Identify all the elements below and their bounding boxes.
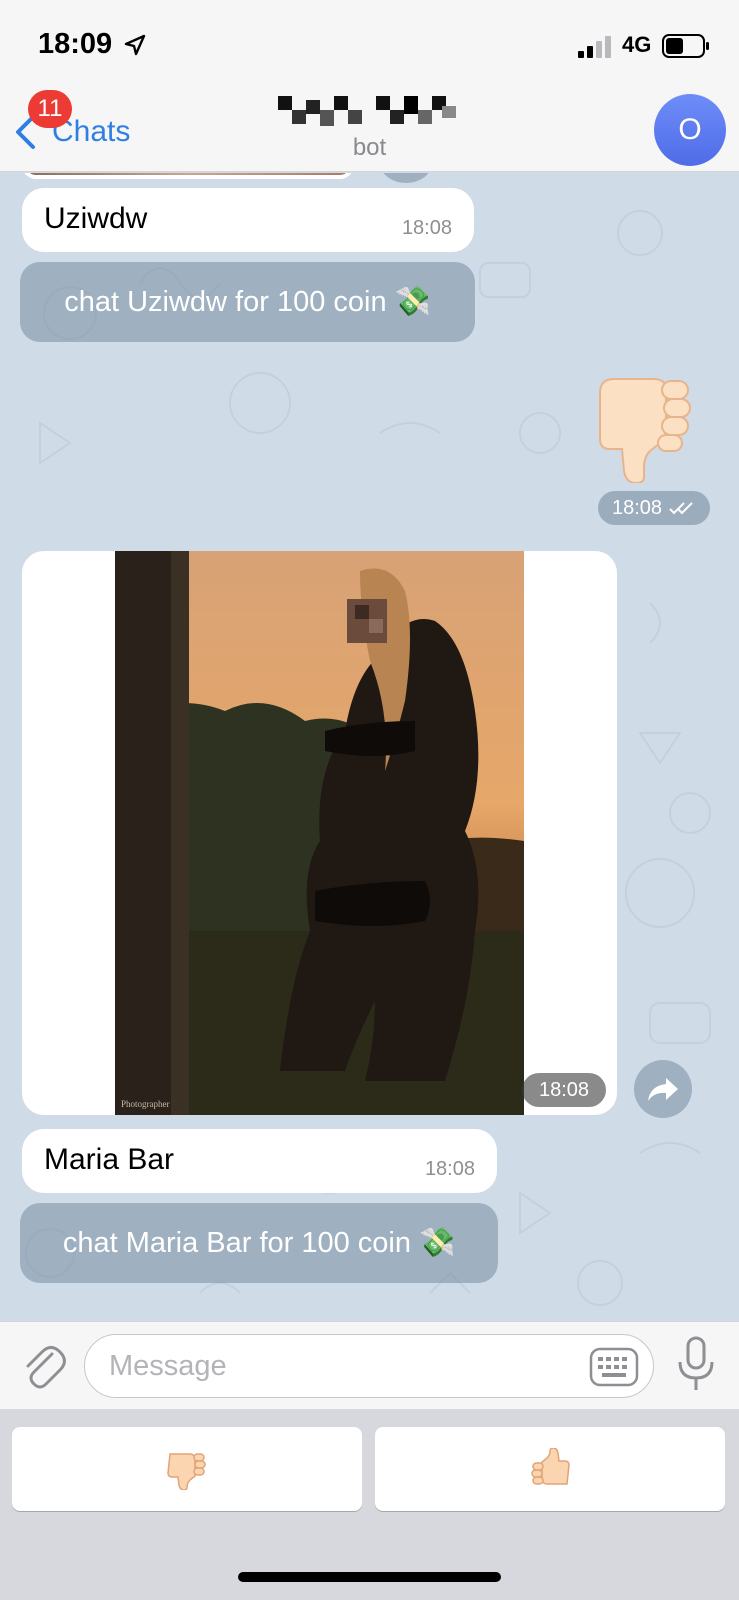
thumbs-down-sticker bbox=[599, 378, 691, 483]
previous-photo-edge bbox=[22, 173, 354, 179]
chat-header: Chats 11 bot O bbox=[0, 90, 739, 172]
signal-strength-icon bbox=[578, 36, 611, 58]
unread-badge: 11 bbox=[28, 90, 72, 128]
message-time: 18:08 bbox=[424, 1158, 475, 1180]
battery-icon bbox=[662, 34, 709, 58]
microphone-icon[interactable] bbox=[676, 1336, 716, 1392]
redacted-chat-title bbox=[278, 96, 456, 126]
inline-button-label: chat Maria Bar for 100 coin 💸 bbox=[62, 1227, 456, 1259]
message-text: Maria Bar bbox=[44, 1143, 175, 1176]
message-list[interactable]: Uziwdw 18:08 chat Uziwdw for 100 coin 💸 … bbox=[0, 173, 739, 1321]
thumbs-down-icon bbox=[167, 1453, 206, 1490]
paperclip-icon[interactable] bbox=[20, 1340, 66, 1390]
home-indicator[interactable] bbox=[238, 1572, 501, 1582]
message-input[interactable] bbox=[109, 1335, 569, 1397]
bot-avatar[interactable]: O bbox=[654, 94, 726, 166]
share-arrow-icon bbox=[648, 1078, 678, 1101]
reply-thumbs-down-button[interactable] bbox=[12, 1427, 362, 1511]
photo-timestamp: 18:08 bbox=[522, 1073, 606, 1107]
reply-thumbs-up-button[interactable] bbox=[375, 1427, 725, 1511]
bot-reply-keyboard bbox=[0, 1409, 739, 1600]
location-arrow-icon bbox=[124, 34, 146, 56]
message-field[interactable] bbox=[84, 1334, 654, 1398]
double-check-read-icon bbox=[669, 502, 693, 515]
sticker-timestamp: 18:08 bbox=[598, 491, 710, 525]
status-time: 18:09 bbox=[38, 28, 113, 60]
chat-subtitle: bot bbox=[352, 134, 387, 161]
photo-image[interactable]: Photographer bbox=[115, 551, 524, 1115]
photo-watermark: Photographer bbox=[121, 1099, 170, 1109]
forward-button[interactable] bbox=[634, 1060, 692, 1118]
status-bar: 18:09 4G bbox=[0, 0, 739, 90]
message-composer bbox=[0, 1321, 739, 1409]
network-type: 4G bbox=[622, 32, 652, 57]
inline-chat-button[interactable]: chat Maria Bar for 100 coin 💸 bbox=[20, 1203, 498, 1283]
inline-chat-button[interactable]: chat Uziwdw for 100 coin 💸 bbox=[20, 262, 475, 342]
keyboard-toggle-icon[interactable] bbox=[589, 1347, 639, 1387]
thumbs-up-icon bbox=[531, 1448, 570, 1485]
sticker-time: 18:08 bbox=[611, 496, 663, 519]
message-time: 18:08 bbox=[401, 217, 452, 239]
incoming-message: Uziwdw 18:08 bbox=[22, 188, 474, 252]
incoming-message: Maria Bar 18:08 bbox=[22, 1129, 497, 1193]
inline-button-label: chat Uziwdw for 100 coin 💸 bbox=[64, 286, 431, 318]
message-text: Uziwdw bbox=[44, 202, 148, 235]
photo-message[interactable]: Photographer 18:08 bbox=[22, 551, 617, 1115]
